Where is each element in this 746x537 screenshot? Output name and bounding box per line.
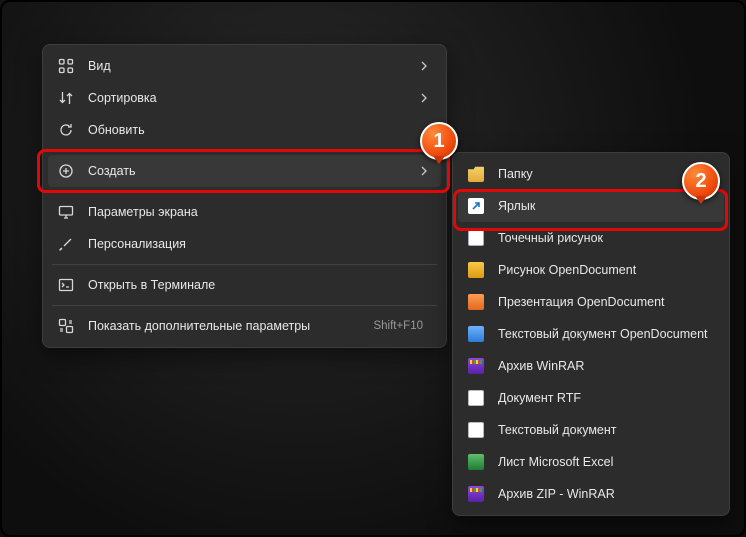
terminal-icon [58, 277, 74, 293]
desktop-context-menu: Вид Сортировка Обновить Создать [42, 44, 447, 348]
menu-item-refresh[interactable]: Обновить [48, 114, 441, 146]
submenu-item-label: Архив WinRAR [498, 359, 712, 373]
drawing-icon [468, 262, 484, 278]
refresh-icon [58, 122, 74, 138]
submenu-item-odp[interactable]: Презентация OpenDocument [458, 286, 724, 318]
submenu-item-label: Архив ZIP - WinRAR [498, 487, 712, 501]
submenu-item-label: Презентация OpenDocument [498, 295, 712, 309]
submenu-item-label: Папку [498, 167, 712, 181]
shortcut-icon [468, 198, 484, 214]
annotation-step-2: 2 [682, 162, 720, 200]
display-icon [58, 204, 74, 220]
chevron-right-icon [419, 93, 429, 103]
menu-item-label: Сортировка [88, 91, 405, 105]
presentation-icon [468, 294, 484, 310]
menu-item-sort[interactable]: Сортировка [48, 82, 441, 114]
submenu-item-bitmap[interactable]: Точечный рисунок [458, 222, 724, 254]
chevron-right-icon [419, 166, 429, 176]
menu-item-new[interactable]: Создать [48, 155, 441, 187]
menu-item-label: Обновить [88, 123, 429, 137]
winrar-icon [468, 358, 484, 374]
submenu-item-xls[interactable]: Лист Microsoft Excel [458, 446, 724, 478]
submenu-item-odt[interactable]: Текстовый документ OpenDocument [458, 318, 724, 350]
plus-circle-icon [58, 163, 74, 179]
menu-separator [52, 191, 437, 192]
menu-separator [52, 150, 437, 151]
menu-item-personalize[interactable]: Персонализация [48, 228, 441, 260]
submenu-item-label: Рисунок OpenDocument [498, 263, 712, 277]
menu-item-shortcut: Shift+F10 [373, 320, 423, 332]
submenu-item-label: Точечный рисунок [498, 231, 712, 245]
menu-item-terminal[interactable]: Открыть в Терминале [48, 269, 441, 301]
submenu-item-rtf[interactable]: Документ RTF [458, 382, 724, 414]
submenu-item-rar[interactable]: Архив WinRAR [458, 350, 724, 382]
submenu-item-txt[interactable]: Текстовый документ [458, 414, 724, 446]
menu-item-view[interactable]: Вид [48, 50, 441, 82]
sort-icon [58, 90, 74, 106]
submenu-item-label: Ярлык [498, 199, 712, 213]
menu-item-label: Открыть в Терминале [88, 278, 429, 292]
bitmap-icon [468, 230, 484, 246]
menu-item-display-settings[interactable]: Параметры экрана [48, 196, 441, 228]
folder-icon [468, 166, 484, 182]
annotation-step-1: 1 [420, 122, 458, 160]
menu-item-label: Создать [88, 164, 405, 178]
menu-item-more-options[interactable]: Показать дополнительные параметры Shift+… [48, 310, 441, 342]
new-submenu: Папку Ярлык Точечный рисунок Рисунок Ope… [452, 152, 730, 516]
text-document-icon [468, 326, 484, 342]
submenu-item-label: Текстовый документ [498, 423, 712, 437]
menu-item-label: Показать дополнительные параметры [88, 319, 359, 333]
submenu-item-label: Лист Microsoft Excel [498, 455, 712, 469]
rtf-icon [468, 390, 484, 406]
submenu-item-zip[interactable]: Архив ZIP - WinRAR [458, 478, 724, 510]
brush-icon [58, 236, 74, 252]
more-options-icon [58, 318, 74, 334]
menu-separator [52, 264, 437, 265]
menu-item-label: Вид [88, 59, 405, 73]
menu-separator [52, 305, 437, 306]
submenu-item-shortcut[interactable]: Ярлык [458, 190, 724, 222]
submenu-item-label: Документ RTF [498, 391, 712, 405]
winrar-icon [468, 486, 484, 502]
menu-item-label: Персонализация [88, 237, 429, 251]
annotation-number: 2 [695, 170, 706, 193]
annotation-number: 1 [433, 130, 444, 153]
view-icon [58, 58, 74, 74]
excel-icon [468, 454, 484, 470]
chevron-right-icon [419, 61, 429, 71]
txt-icon [468, 422, 484, 438]
submenu-item-label: Текстовый документ OpenDocument [498, 327, 712, 341]
menu-item-label: Параметры экрана [88, 205, 429, 219]
submenu-item-odg[interactable]: Рисунок OpenDocument [458, 254, 724, 286]
